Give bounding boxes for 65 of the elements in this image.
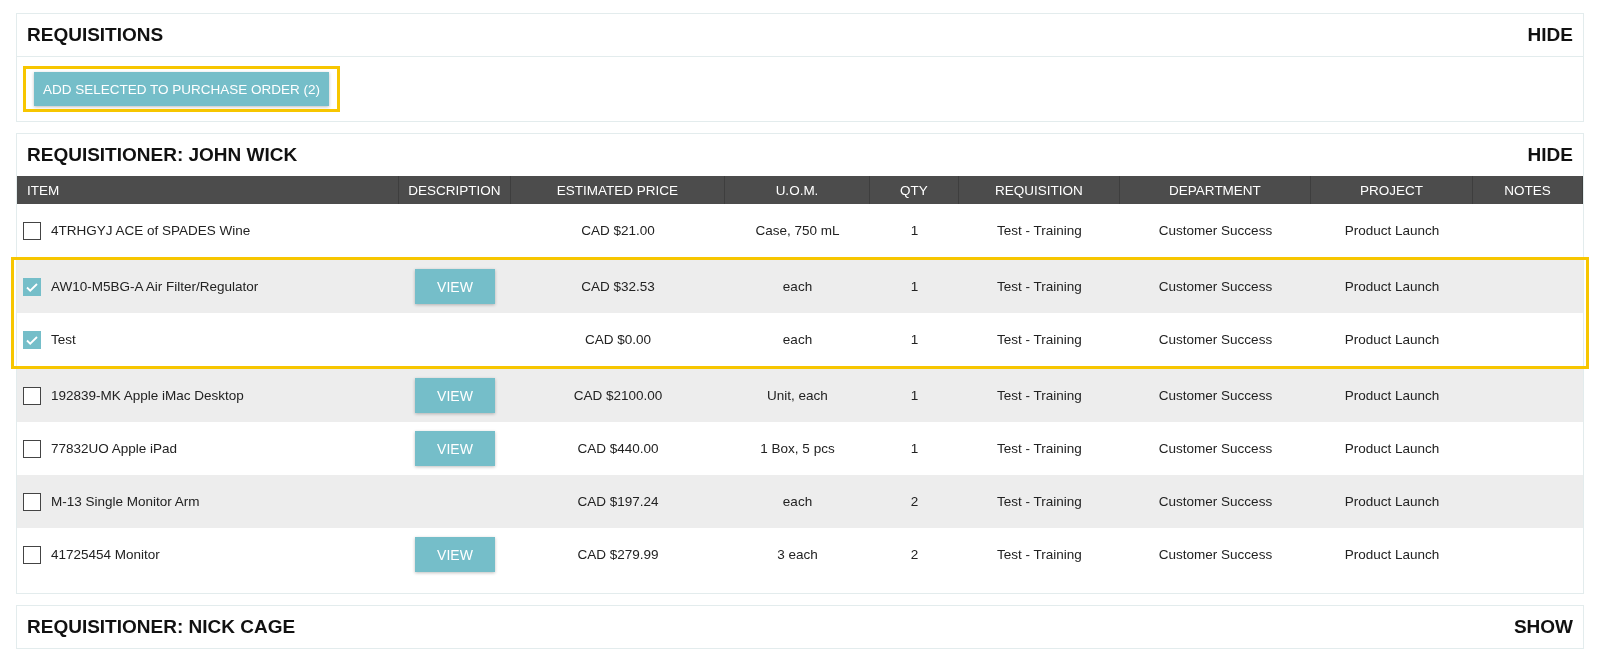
item-name: 77832UO Apple iPad [51,441,178,456]
table-cell: 1 [910,332,919,347]
table-cell: Customer Success [1158,494,1273,509]
table-cell: 1 [910,223,919,238]
table-cell: Product Launch [1344,494,1440,509]
item-name: 41725454 Monitor [51,547,160,562]
checkbox[interactable] [23,330,41,349]
section-title: REQUISITIONER: JOHN WICK [27,144,298,166]
table-cell: each [782,332,813,347]
table-cell: CAD $21.00 [581,223,655,238]
table-cell: each [782,494,813,509]
checkbox[interactable] [23,492,41,511]
table-cell: Product Launch [1344,223,1440,238]
table-cell: Customer Success [1158,388,1273,403]
table-cell: Test - Training [997,494,1082,509]
section-title: REQUISITIONS [27,24,164,46]
table-row[interactable]: M-13 Single Monitor Arm CAD $197.24 each 2 Test - Training Customer Success Product Launch [17,475,1583,528]
section-title: REQUISITIONER: NICK CAGE [27,616,296,638]
table-row[interactable]: AW10-M5BG-A Air Filter/Regulator VIEW CAD $32.53 each 1 Test - Training Customer Success Product Launch [17,260,1583,313]
table-cell: CAD $279.99 [577,547,659,562]
table-cell: Customer Success [1158,332,1273,347]
table-cell: Test - Training [997,223,1082,238]
table-cell: Product Launch [1344,332,1440,347]
checkbox[interactable] [23,221,41,240]
item-name: AW10-M5BG-A Air Filter/Regulator [51,279,259,294]
table-cell: Customer Success [1158,547,1273,562]
table-cell: Product Launch [1344,441,1440,456]
table-cell: Customer Success [1158,223,1273,238]
table-cell: Test - Training [997,388,1082,403]
table-cell: 1 [910,388,919,403]
table-cell: Unit, each [767,388,828,403]
item-name: 4TRHGYJ ACE of SPADES Wine [51,223,251,238]
table-cell: CAD $197.24 [577,494,659,509]
table-cell: Test - Training [997,441,1082,456]
table-row[interactable]: 192839-MK Apple iMac Desktop VIEW CAD $2100.00 Unit, each 1 Test - Training Customer Success Product Launch [17,369,1583,422]
checkbox[interactable] [23,545,41,564]
toggle-link[interactable]: SHOW [1513,616,1573,638]
checkbox[interactable] [23,439,41,458]
table-cell: 2 [910,494,919,509]
table-cell: Customer Success [1158,279,1273,294]
table-cell: each [782,279,813,294]
toggle-link[interactable]: HIDE [1527,24,1573,46]
table-cell: Product Launch [1344,547,1440,562]
table-cell: Case, 750 mL [755,223,840,238]
table-cell: Test - Training [997,547,1082,562]
table-cell: 1 Box, 5 pcs [760,441,835,456]
table-cell: Customer Success [1158,441,1273,456]
table-cell: Test - Training [997,279,1082,294]
table-cell: 1 [910,279,919,294]
toggle-link[interactable]: HIDE [1527,144,1573,166]
item-name: M-13 Single Monitor Arm [51,494,200,509]
table-cell: CAD $32.53 [581,279,655,294]
table-cell: Product Launch [1344,388,1440,403]
checkbox[interactable] [23,277,41,296]
table-cell: CAD $440.00 [577,441,659,456]
checkbox[interactable] [23,386,41,405]
table-cell: 3 each [777,547,818,562]
table-cell: Test - Training [997,332,1082,347]
table-cell: CAD $2100.00 [573,388,663,403]
item-name: 192839-MK Apple iMac Desktop [51,388,244,403]
table-cell: 2 [910,547,919,562]
item-name: Test [51,332,76,347]
table-cell: 1 [910,441,919,456]
table-cell: Product Launch [1344,279,1440,294]
table-cell: CAD $0.00 [584,332,651,347]
